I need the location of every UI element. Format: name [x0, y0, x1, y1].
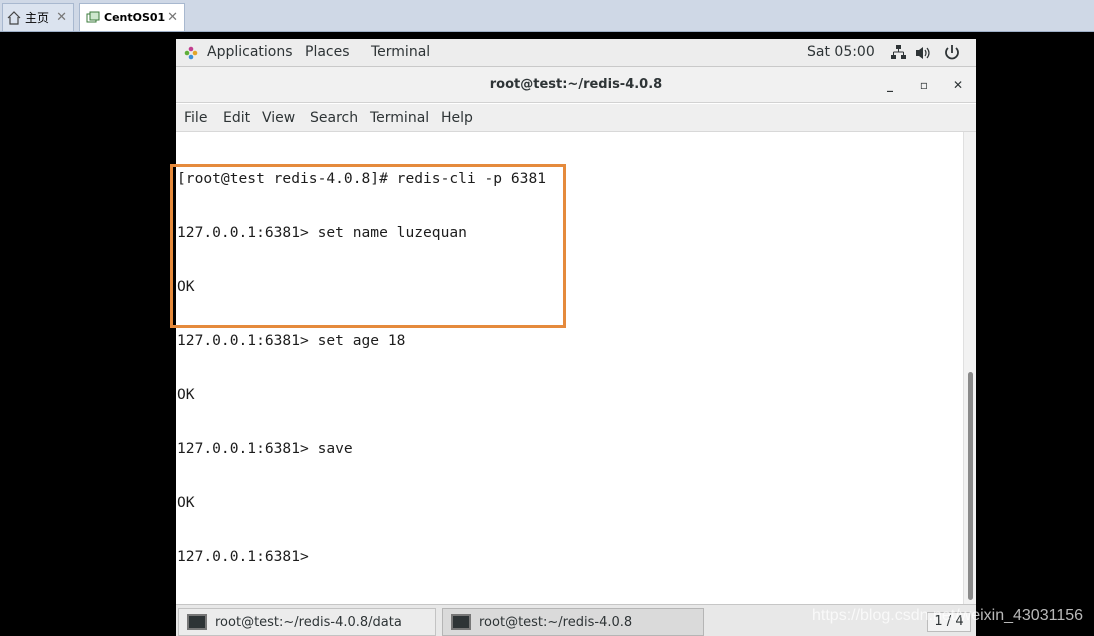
- watermark: https://blog.csdn.net/weixin_43031156: [812, 607, 1084, 624]
- host-tab-bar: 主页 ✕ CentOS01 ✕: [0, 0, 1094, 32]
- menu-help[interactable]: Help: [441, 110, 473, 126]
- scrollbar-thumb[interactable]: [968, 372, 973, 600]
- window-title-bar[interactable]: root@test:~/redis-4.0.8 _ ▫ ✕: [176, 67, 976, 103]
- minimize-button[interactable]: _: [882, 77, 898, 93]
- terminal-scrollbar[interactable]: [963, 132, 976, 605]
- menu-file[interactable]: File: [184, 110, 207, 126]
- vm-icon: [86, 11, 100, 22]
- terminal-prompt: 127.0.0.1:6381>: [177, 548, 318, 565]
- terminal-output[interactable]: [root@test redis-4.0.8]# redis-cli -p 63…: [176, 132, 963, 605]
- close-button[interactable]: ✕: [950, 77, 966, 93]
- menu-terminal[interactable]: Terminal: [370, 110, 429, 126]
- terminal-line: 127.0.0.1:6381> set name luzequan: [177, 224, 467, 241]
- terminal-line: [root@test redis-4.0.8]# redis-cli -p 63…: [177, 170, 547, 187]
- terminal-line: OK: [177, 386, 195, 403]
- clock[interactable]: Sat 05:00: [807, 44, 875, 60]
- applications-icon: [184, 46, 198, 60]
- terminal-line: 127.0.0.1:6381> set age 18: [177, 332, 406, 349]
- menu-edit[interactable]: Edit: [223, 110, 250, 126]
- taskbar-item-label: root@test:~/redis-4.0.8/data: [215, 614, 402, 630]
- gnome-top-bar: Applications Places Terminal Sat 05:00: [176, 39, 976, 67]
- system-tray[interactable]: [890, 43, 970, 63]
- menu-search[interactable]: Search: [310, 110, 358, 126]
- taskbar-item-active[interactable]: root@test:~/redis-4.0.8: [442, 608, 704, 636]
- home-icon: [7, 10, 21, 25]
- volume-icon: [916, 47, 930, 59]
- menu-view[interactable]: View: [262, 110, 295, 126]
- maximize-button[interactable]: ▫: [916, 77, 932, 93]
- taskbar-item[interactable]: root@test:~/redis-4.0.8/data: [178, 608, 436, 636]
- host-tab-home-label: 主页: [25, 11, 50, 25]
- terminal-menu-bar: File Edit View Search Terminal Help: [176, 104, 976, 132]
- menu-applications[interactable]: Applications: [207, 44, 293, 60]
- host-tab-centos-label: CentOS01: [104, 11, 166, 24]
- terminal-line: OK: [177, 278, 195, 295]
- host-tab-home[interactable]: 主页 ✕: [2, 3, 74, 31]
- close-icon[interactable]: ✕: [56, 10, 67, 25]
- power-icon: [945, 45, 959, 60]
- terminal-icon: [451, 614, 471, 630]
- terminal-line: OK: [177, 494, 195, 511]
- close-icon[interactable]: ✕: [167, 10, 178, 25]
- guest-screen: Applications Places Terminal Sat 05:00 r…: [176, 39, 976, 636]
- menu-terminal-app[interactable]: Terminal: [371, 44, 430, 60]
- window-title: root@test:~/redis-4.0.8: [489, 77, 663, 92]
- network-icon: [891, 45, 906, 59]
- menu-places[interactable]: Places: [305, 44, 350, 60]
- taskbar-item-label: root@test:~/redis-4.0.8: [479, 614, 633, 630]
- terminal-icon: [187, 614, 207, 630]
- terminal-line: 127.0.0.1:6381> save: [177, 440, 353, 457]
- host-tab-centos[interactable]: CentOS01 ✕: [79, 3, 185, 31]
